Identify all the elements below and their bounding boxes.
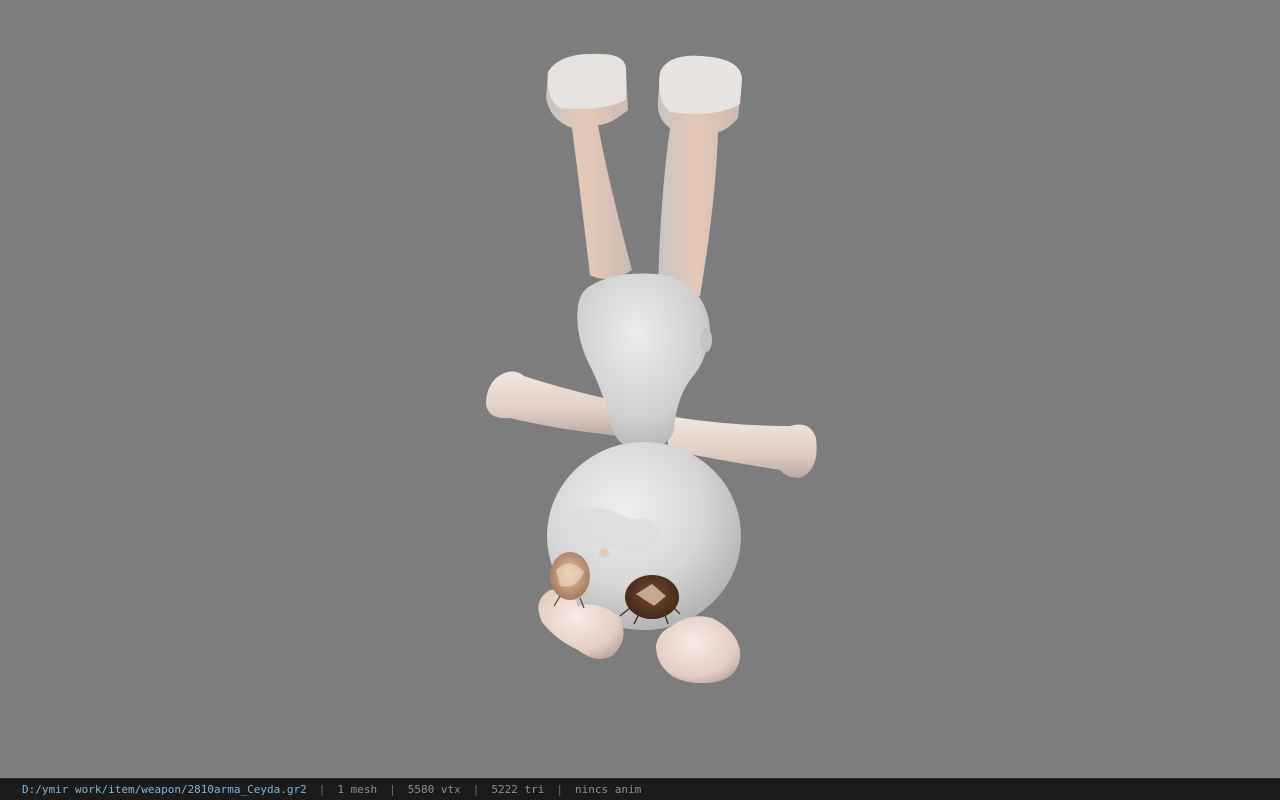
separator: | — [472, 783, 480, 796]
left-ear — [546, 53, 632, 280]
mesh-count-label: 1 mesh — [337, 783, 378, 796]
separator: | — [389, 783, 396, 796]
separator: | — [556, 783, 563, 796]
3d-viewport[interactable] — [0, 0, 1280, 778]
vertex-count-label: 5580 vtx — [407, 783, 461, 796]
status-bar: D:/ymir work/item/weapon/2810arma_Ceyda.… — [0, 778, 1280, 800]
model-render — [486, 53, 817, 684]
triangle-count-label: 5222 tri — [491, 783, 545, 796]
right-ear — [657, 55, 742, 298]
animation-label: nincs anim — [575, 783, 642, 796]
file-path-label: D:/ymir work/item/weapon/2810arma_Ceyda.… — [22, 783, 307, 796]
separator: | — [318, 783, 326, 796]
